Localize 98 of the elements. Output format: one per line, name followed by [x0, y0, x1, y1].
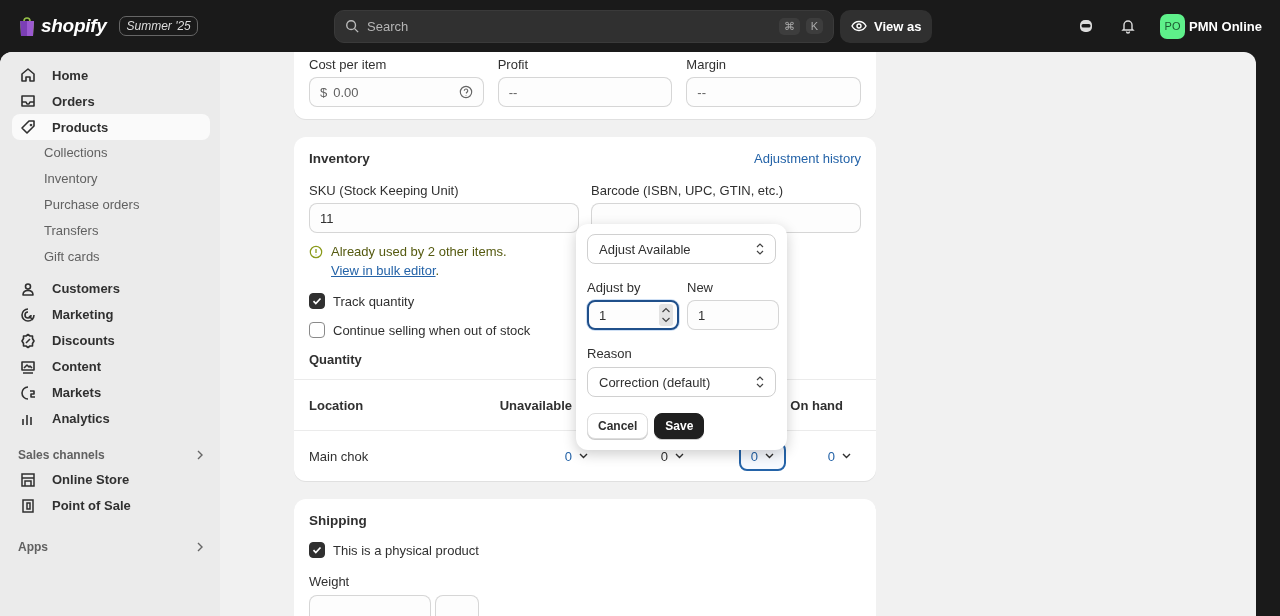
nav-icon: [20, 93, 36, 109]
nav-item[interactable]: Products: [12, 114, 210, 140]
chevron-down-icon: [675, 453, 684, 459]
checkmark-icon: [311, 544, 323, 556]
column-header: On hand: [790, 397, 844, 413]
nav-icon: [20, 281, 36, 297]
save-button[interactable]: Save: [654, 413, 705, 439]
updown-icon: [756, 376, 764, 388]
nav-subitem[interactable]: Inventory: [12, 165, 210, 192]
field-value: --: [697, 84, 707, 100]
logo-text[interactable]: shopify: [41, 15, 107, 37]
quantity-dropdown[interactable]: 0: [817, 442, 861, 470]
nav-item[interactable]: Discounts: [12, 328, 210, 354]
store-name[interactable]: PMN Online: [1189, 18, 1262, 34]
edition-badge: Summer '25: [119, 16, 198, 36]
nav-item[interactable]: Content: [12, 354, 210, 380]
nav-icon: [20, 67, 36, 83]
chevron-down-icon: [765, 453, 774, 459]
nav-icon: [20, 498, 36, 514]
nav-item[interactable]: Home: [12, 62, 210, 88]
nav-icon: [20, 359, 36, 375]
search-input[interactable]: Search: [365, 17, 773, 35]
nav-subitem[interactable]: Collections: [12, 140, 210, 166]
shortcut-key: ⌘: [778, 17, 800, 35]
nav-icon: [20, 333, 36, 349]
shortcut-key: K: [805, 18, 823, 34]
nav-icon: [20, 385, 36, 401]
shopping-bag-icon: [18, 15, 36, 37]
nav-item[interactable]: Markets: [12, 380, 210, 406]
checkbox-label: This is a physical product: [333, 542, 479, 558]
cancel-button[interactable]: Cancel: [587, 413, 649, 439]
nav-icon: [20, 472, 36, 488]
text-field[interactable]: $ 0.00: [309, 77, 484, 107]
field-label: SKU (Stock Keeping Unit): [309, 183, 460, 198]
section-header[interactable]: Apps: [12, 535, 210, 559]
checkbox-label: Continue selling when out of stock: [333, 322, 531, 338]
chevron-down-icon: [579, 453, 588, 459]
sku-field[interactable]: 11: [309, 203, 579, 233]
field-label: Weight: [309, 574, 351, 589]
checkbox[interactable]: [309, 322, 325, 338]
nav-icon: [20, 307, 36, 323]
adjust-by-field[interactable]: 1: [587, 300, 679, 330]
store-avatar[interactable]: PO: [1160, 13, 1186, 39]
nav-item[interactable]: Marketing: [12, 302, 210, 328]
bell-icon[interactable]: [1120, 18, 1137, 34]
checkbox-label: Track quantity: [333, 293, 415, 309]
nav-subitem[interactable]: Purchase orders: [12, 191, 210, 218]
chevron-right-icon: [196, 542, 204, 552]
section-title: Quantity: [309, 352, 362, 367]
field-value: 11: [320, 210, 335, 226]
help-icon[interactable]: [458, 85, 473, 99]
new-quantity-field[interactable]: 1: [687, 300, 779, 330]
nav-subitem[interactable]: Transfers: [12, 217, 210, 244]
warning-text: Already used by 2 other items. View in bulk editor.: [331, 243, 508, 280]
column-header: Unavailable: [499, 397, 573, 413]
nav-item[interactable]: Orders: [12, 88, 210, 114]
search-bar[interactable]: Search ⌘ K: [334, 9, 834, 43]
card-title: Inventory: [309, 151, 370, 166]
nav-icon: [20, 119, 36, 135]
nav-item[interactable]: Analytics: [12, 406, 210, 432]
view-as-button[interactable]: View as: [840, 9, 933, 43]
eye-icon: [851, 20, 867, 32]
search-icon: [345, 19, 359, 33]
checkmark-icon: [311, 295, 323, 307]
field-label: Cost per item: [309, 57, 388, 72]
stepper-icon[interactable]: [659, 304, 673, 326]
text-field[interactable]: --: [686, 77, 861, 107]
nav-item[interactable]: Customers: [12, 276, 210, 302]
chevron-down-icon: [842, 453, 851, 459]
card-title: Shipping: [309, 513, 368, 528]
nav-subitem[interactable]: Gift cards: [12, 243, 210, 269]
nav-item[interactable]: Online Store: [12, 467, 210, 493]
checkbox[interactable]: [309, 542, 325, 558]
text-field[interactable]: --: [497, 77, 673, 107]
reason-select[interactable]: Correction (default): [587, 367, 776, 397]
field-label: Reason: [587, 346, 633, 361]
field-value: 1: [698, 307, 707, 323]
bulk-editor-link[interactable]: View in bulk editor: [331, 263, 436, 278]
field-label: New: [687, 280, 714, 295]
weight-field[interactable]: [309, 595, 431, 616]
field-value: 1: [599, 307, 608, 323]
field-label: Adjust by: [587, 280, 642, 295]
location-cell-text: Main chok: [309, 448, 370, 464]
warning-icon: [309, 245, 323, 259]
field-label: Profit: [497, 57, 529, 72]
adjustment-history-link[interactable]: Adjustment history: [754, 151, 861, 166]
field-label: Barcode (ISBN, UPC, GTIN, etc.): [591, 183, 785, 198]
nav-item[interactable]: Point of Sale: [12, 493, 210, 519]
field-label: Margin: [686, 57, 728, 72]
field-value: --: [508, 84, 519, 100]
column-header: Location: [309, 397, 365, 413]
updown-icon: [756, 243, 764, 255]
adjust-type-select[interactable]: Adjust Available: [587, 234, 776, 264]
field-value: 0.00: [333, 84, 360, 100]
checkbox[interactable]: [309, 293, 325, 309]
chevron-right-icon: [196, 450, 204, 460]
currency-prefix: $: [320, 84, 328, 100]
section-header[interactable]: Sales channels: [12, 443, 210, 467]
